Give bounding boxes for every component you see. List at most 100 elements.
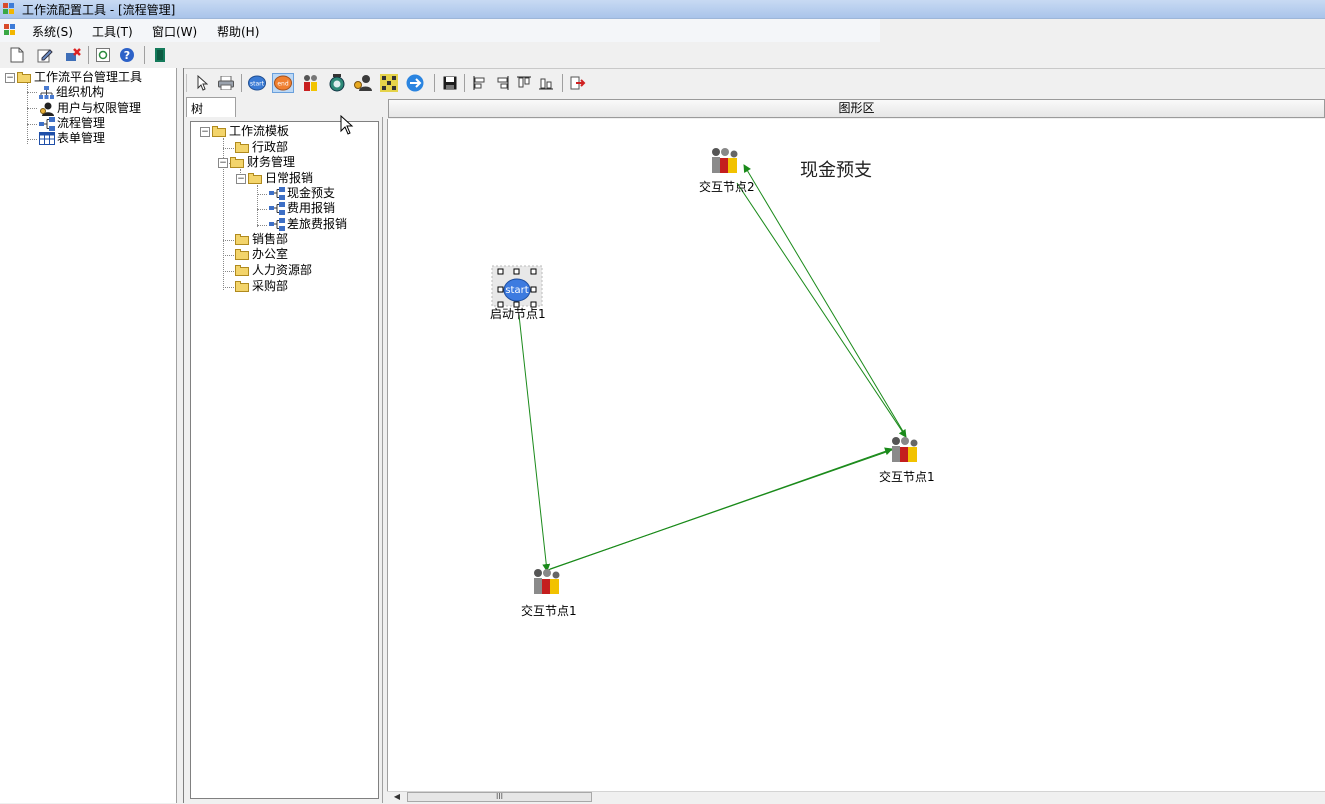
align-left-icon[interactable] (471, 74, 489, 92)
window-title: 工作流配置工具 - [流程管理] (22, 3, 176, 17)
tree-item-dept-sales[interactable]: 销售部 (235, 232, 288, 247)
align-right-icon[interactable] (493, 74, 511, 92)
interact-node-bottom-icon[interactable] (534, 569, 560, 594)
nav-item-label: 表单管理 (57, 131, 106, 145)
template-tree: − 工作流模板 行政部 − 财务管理 − 日常报销 现金预支 费用报销 差旅费报… (190, 121, 379, 799)
tree-item-daily-reimbursement[interactable]: − 日常报销 (236, 171, 313, 186)
nav-item-organization[interactable]: 组织机构 (39, 85, 104, 100)
connector-interact2-to-interact1b[interactable] (736, 182, 907, 438)
tree-item-label: 办公室 (252, 247, 289, 261)
folder-icon (235, 265, 250, 276)
tree-item-dept-admin[interactable]: 行政部 (235, 140, 288, 155)
collapse-icon[interactable]: − (200, 126, 210, 137)
connector-interact1b-to-interact1[interactable] (549, 449, 893, 570)
graphic-area-header: 图形区 (388, 99, 1325, 118)
tree-root-label: 工作流模板 (229, 124, 290, 138)
nav-item-users-permissions[interactable]: 用户与权限管理 (39, 101, 141, 116)
sub-process-icon[interactable] (354, 74, 372, 92)
org-chart-icon (39, 86, 54, 99)
pointer-icon[interactable] (193, 74, 211, 92)
tab-tree-label: 树 (191, 102, 204, 116)
design-toolbar: start end (184, 70, 1325, 96)
delete-icon[interactable] (64, 46, 82, 64)
app-menu-icon[interactable] (4, 24, 16, 36)
connector-start-to-interact1[interactable] (518, 314, 551, 572)
interact-node-right-label: 交互节点1 (879, 470, 935, 484)
route-node-icon[interactable] (380, 74, 398, 92)
tab-tree[interactable]: 树 (186, 97, 236, 118)
interact-node-top-icon[interactable] (712, 148, 738, 173)
connector-icon[interactable] (406, 74, 424, 92)
interactive-node-icon[interactable] (302, 74, 320, 92)
tree-item-label: 采购部 (252, 279, 289, 293)
menu-tools[interactable]: 工具(T) (92, 23, 133, 40)
tree-item-label: 销售部 (252, 232, 289, 246)
nav-item-label: 流程管理 (57, 116, 106, 130)
nav-root[interactable]: − 工作流平台管理工具 (5, 70, 142, 85)
app-window-icon (3, 3, 14, 14)
folder-icon (235, 249, 250, 260)
connector-interact1b-to-interact2[interactable] (743, 164, 905, 434)
help-icon[interactable]: ? (118, 46, 136, 64)
start-node[interactable]: start (491, 265, 543, 308)
nav-root-label: 工作流平台管理工具 (34, 70, 143, 84)
align-top-icon[interactable] (515, 74, 533, 92)
refresh-icon[interactable] (94, 46, 112, 64)
export-icon[interactable] (569, 74, 587, 92)
collapse-icon[interactable]: − (5, 72, 15, 83)
tree-item-label: 费用报销 (287, 201, 336, 215)
edit-icon[interactable] (36, 46, 54, 64)
nav-item-label: 用户与权限管理 (57, 101, 142, 115)
navigation-tree: − 工作流平台管理工具 组织机构 用户与权限管理 流程管理 表单管理 (0, 68, 177, 803)
auto-node-icon[interactable] (328, 74, 346, 92)
new-document-icon[interactable] (8, 46, 26, 64)
tree-item-label: 行政部 (252, 140, 289, 154)
user-key-icon (40, 102, 54, 116)
scroll-thumb[interactable]: III (407, 792, 592, 802)
interact-node-top-label: 交互节点2 (699, 180, 755, 194)
folder-open-icon (17, 72, 32, 83)
tree-item-process-cash-advance[interactable]: 现金预支 (269, 186, 335, 201)
start-node-text: start (505, 285, 528, 296)
nav-item-form-management[interactable]: 表单管理 (39, 131, 105, 146)
mouse-cursor-icon (340, 115, 354, 135)
table-form-icon (39, 132, 55, 145)
workflow-icon (39, 116, 55, 131)
main-toolbar: ? (0, 42, 1325, 69)
tree-item-label: 财务管理 (247, 155, 296, 169)
connector-layer: start (491, 148, 918, 594)
menu-help[interactable]: 帮助(H) (217, 23, 259, 40)
start-node-icon[interactable]: start (248, 74, 266, 92)
tree-root[interactable]: − 工作流模板 (200, 124, 289, 139)
tree-item-dept-hr[interactable]: 人力资源部 (235, 263, 312, 278)
nav-item-process-management[interactable]: 流程管理 (39, 116, 105, 131)
tree-item-dept-office[interactable]: 办公室 (235, 247, 288, 262)
svg-text:?: ? (124, 49, 130, 62)
panel-splitter[interactable] (177, 68, 184, 803)
scroll-left-arrow[interactable]: ◀ (390, 792, 404, 802)
process-name-label: 现金预支 (800, 160, 872, 181)
print-icon[interactable] (217, 74, 235, 92)
interact-node-right-icon[interactable] (892, 437, 918, 462)
collapse-icon[interactable]: − (218, 157, 228, 168)
menu-window[interactable]: 窗口(W) (152, 23, 197, 40)
end-node-icon[interactable]: end (272, 73, 294, 93)
menu-system[interactable]: 系统(S) (32, 23, 73, 40)
save-icon[interactable] (441, 74, 459, 92)
title-bar: 工作流配置工具 - [流程管理] (0, 0, 1325, 19)
tree-item-dept-purchasing[interactable]: 采购部 (235, 279, 288, 294)
tree-item-process-travel[interactable]: 差旅费报销 (269, 217, 347, 232)
graphic-canvas[interactable]: start 启动节点1 交互节点1 交互节点1 交互节点2 现金预支 (387, 119, 1325, 791)
align-bottom-icon[interactable] (537, 74, 555, 92)
tree-item-label: 差旅费报销 (287, 217, 348, 231)
exit-icon[interactable] (151, 46, 169, 64)
end-node-icon-text: end (277, 81, 288, 88)
collapse-icon[interactable]: − (236, 173, 246, 184)
tree-item-process-expense[interactable]: 费用报销 (269, 201, 335, 216)
tree-item-finance[interactable]: − 财务管理 (218, 155, 295, 170)
folder-icon (235, 142, 250, 153)
folder-icon (235, 234, 250, 245)
workflow-icon (269, 202, 285, 215)
nav-item-label: 组织机构 (56, 85, 105, 99)
start-node-icon-text: start (250, 81, 265, 88)
